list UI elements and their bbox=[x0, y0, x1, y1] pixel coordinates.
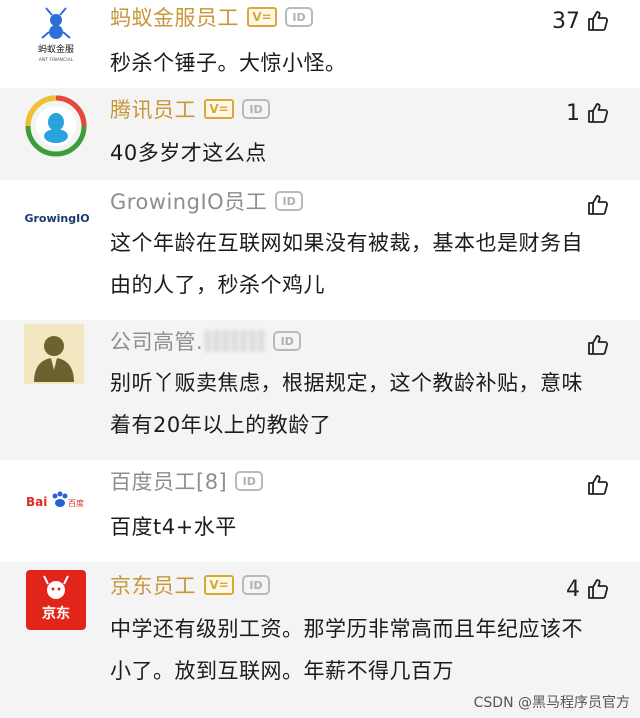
thumbs-up-icon bbox=[588, 335, 609, 355]
comment-text: 秒杀个锤子。大惊小怪。 bbox=[110, 51, 347, 75]
like-count: 37 bbox=[552, 8, 580, 34]
redacted-name bbox=[205, 330, 266, 352]
comment-text: 百度t4+水平 bbox=[110, 515, 237, 539]
comment-item: 蚂蚁金服 ANT FINANCIAL 蚂蚁金服员工 V= ID 37 秒杀个锤子… bbox=[0, 0, 640, 88]
comment-text: 40多岁才这么点 bbox=[110, 141, 267, 165]
author-row: 百度员工[8] ID bbox=[110, 464, 264, 498]
avatar[interactable]: GrowingIO bbox=[22, 184, 92, 248]
ant-financial-logo-icon: 蚂蚁金服 ANT FINANCIAL bbox=[24, 4, 88, 68]
author-name[interactable]: 腾讯员工 bbox=[110, 94, 196, 124]
verified-badge: V= bbox=[247, 7, 277, 27]
avatar-sublabel: ANT FINANCIAL bbox=[39, 57, 74, 63]
like-button[interactable] bbox=[580, 468, 610, 502]
avatar-label: 京东 bbox=[42, 605, 70, 622]
id-badge: ID bbox=[275, 191, 304, 211]
author-name[interactable]: 蚂蚁金服员工 bbox=[110, 2, 239, 32]
thumbs-up-icon bbox=[588, 579, 609, 599]
id-badge: ID bbox=[285, 7, 313, 27]
author-row: 腾讯员工 V= ID bbox=[110, 92, 270, 126]
avatar[interactable]: Bai 百度 bbox=[24, 466, 90, 530]
baidu-logo-icon: Bai 百度 bbox=[26, 491, 84, 509]
like-button[interactable]: 37 bbox=[552, 4, 610, 38]
thumbs-up-icon bbox=[588, 103, 609, 123]
comment-text: 这个年龄在互联网如果没有被裁，基本也是财务自由的人了，秒杀个鸡儿 bbox=[110, 231, 583, 297]
comment-text: 别听丫贩卖焦虑，根据规定，这个教龄补贴，意味着有20年以上的教龄了 bbox=[110, 371, 583, 437]
id-badge: ID bbox=[235, 471, 264, 491]
comment-item: 公司高管. ID 别听丫贩卖焦虑，根据规定，这个教龄补贴，意味着有20年以上的教… bbox=[0, 320, 640, 460]
author-name[interactable]: 公司高管. bbox=[110, 326, 203, 356]
avatar[interactable] bbox=[24, 324, 84, 384]
author-row: 公司高管. ID bbox=[110, 324, 302, 358]
like-button[interactable]: 4 bbox=[566, 572, 610, 606]
author-name[interactable]: GrowingIO员工 bbox=[110, 186, 267, 216]
comment-item: Bai 百度 百度员工[8] ID 百度t4+水平 bbox=[0, 460, 640, 562]
comment-item: GrowingIO GrowingIO员工 ID 这个年龄在互联网如果没有被裁，… bbox=[0, 180, 640, 320]
tencent-logo-icon bbox=[25, 95, 87, 157]
id-badge: ID bbox=[242, 99, 270, 119]
avatar-sublabel: 百度 bbox=[68, 498, 84, 508]
like-button[interactable] bbox=[580, 328, 610, 362]
comment-item: 腾讯员工 V= ID 1 40多岁才这么点 bbox=[0, 88, 640, 180]
avatar[interactable]: 京东 bbox=[26, 570, 86, 630]
avatar-label: 蚂蚁金服 bbox=[38, 43, 74, 55]
verified-badge: V= bbox=[204, 575, 234, 595]
avatar[interactable]: 蚂蚁金服 ANT FINANCIAL bbox=[24, 4, 88, 68]
thumbs-up-icon bbox=[588, 11, 609, 31]
avatar-label: Bai bbox=[26, 495, 47, 509]
thumbs-up-icon bbox=[588, 475, 609, 495]
avatar-label: GrowingIO bbox=[24, 212, 89, 225]
executive-avatar-icon bbox=[24, 324, 84, 384]
author-row: GrowingIO员工 ID bbox=[110, 184, 304, 218]
thumbs-up-icon bbox=[588, 195, 609, 215]
id-badge: ID bbox=[242, 575, 270, 595]
author-row: 京东员工 V= ID bbox=[110, 568, 270, 602]
like-count: 4 bbox=[566, 576, 580, 602]
id-badge: ID bbox=[273, 331, 302, 351]
jd-logo-icon: 京东 bbox=[26, 570, 86, 630]
author-row: 蚂蚁金服员工 V= ID bbox=[110, 0, 313, 34]
like-button[interactable] bbox=[580, 188, 610, 222]
growingio-logo-icon: GrowingIO bbox=[24, 212, 89, 225]
like-button[interactable]: 1 bbox=[566, 96, 610, 130]
watermark: CSDN @黑马程序员官方 bbox=[473, 695, 630, 711]
verified-badge: V= bbox=[204, 99, 234, 119]
comment-text: 中学还有级别工资。那学历非常高而且年纪应该不小了。放到互联网。年薪不得几百万 bbox=[110, 617, 583, 683]
author-name[interactable]: 百度员工[8] bbox=[110, 466, 227, 496]
author-name[interactable]: 京东员工 bbox=[110, 570, 196, 600]
like-count: 1 bbox=[566, 100, 580, 126]
avatar[interactable] bbox=[24, 94, 88, 158]
